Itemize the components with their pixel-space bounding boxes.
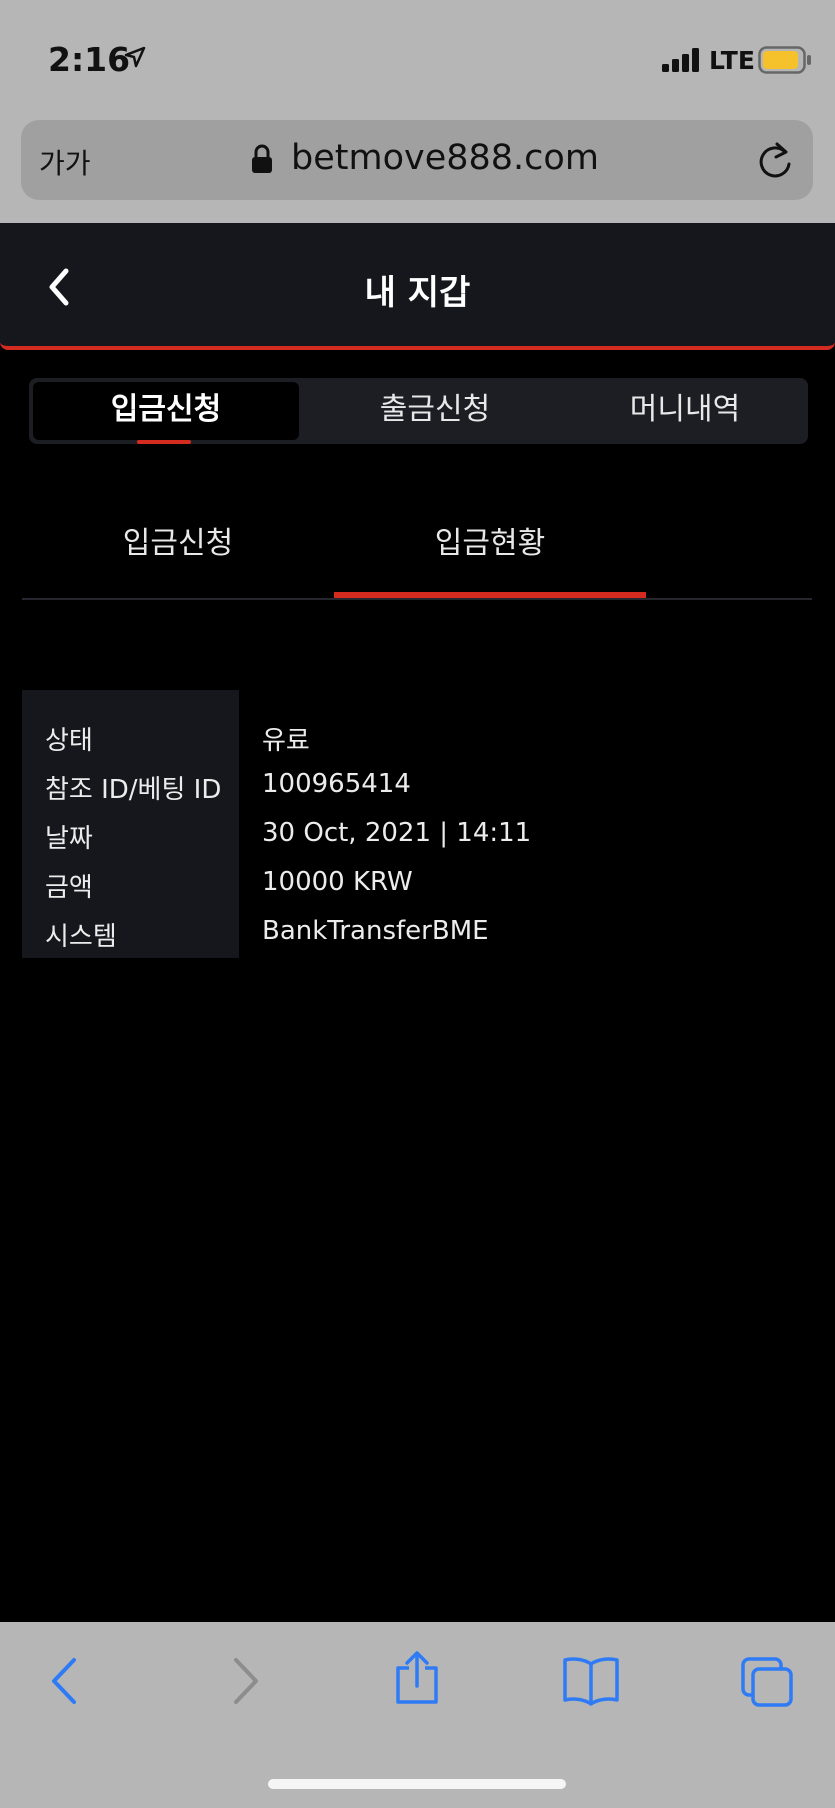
- browser-address-area: 가가 betmove888.com: [0, 118, 835, 223]
- bookmarks-icon[interactable]: [562, 1656, 620, 1706]
- tab-label: 머니내역: [629, 392, 741, 427]
- browser-toolbar: [0, 1622, 835, 1808]
- tab-money-history[interactable]: 머니내역: [569, 382, 801, 440]
- forward-icon[interactable]: [228, 1656, 262, 1706]
- address-bar[interactable]: 가가 betmove888.com: [21, 120, 813, 200]
- page-title: 내 지갑: [364, 273, 471, 313]
- text-size-button[interactable]: 가가: [39, 142, 91, 182]
- tabs-icon[interactable]: [740, 1656, 794, 1708]
- status-time: 2:16: [48, 40, 131, 79]
- reload-icon[interactable]: [755, 140, 795, 182]
- back-icon[interactable]: [48, 1656, 82, 1706]
- subtab-deposit-request[interactable]: 입금신청: [22, 518, 334, 562]
- subtab-deposit-status[interactable]: 입금현황: [334, 518, 646, 562]
- url-text[interactable]: betmove888.com: [291, 138, 599, 178]
- app-header: 내 지갑: [0, 223, 835, 350]
- deposit-subtabs: 입금신청 입금현황: [22, 490, 812, 600]
- tab-label: 출금신청: [379, 392, 491, 427]
- date-label: 날짜: [45, 824, 93, 854]
- home-indicator: [268, 1779, 566, 1789]
- tab-label: 입금신청: [110, 392, 222, 427]
- amount-label: 금액: [45, 873, 93, 903]
- deposit-details: 상태 유료 참조 ID/베팅 ID 100965414 날짜 30 Oct, 2…: [22, 690, 812, 958]
- cellular-signal-icon: [662, 48, 699, 72]
- active-tab-indicator: [137, 440, 191, 444]
- amount-value: 10000 KRW: [262, 867, 413, 897]
- reference-id-label: 참조 ID/베팅 ID: [45, 775, 222, 805]
- active-subtab-indicator: [334, 592, 646, 598]
- battery-icon: [758, 46, 811, 74]
- subtab-divider: [22, 598, 812, 600]
- date-value: 30 Oct, 2021 | 14:11: [262, 818, 532, 848]
- location-arrow-icon: [124, 46, 146, 68]
- system-label: 시스템: [45, 922, 117, 952]
- share-icon[interactable]: [392, 1650, 442, 1706]
- status-value: 유료: [262, 726, 310, 756]
- network-type: LTE: [709, 46, 755, 75]
- wallet-tabs: 입금신청 출금신청 머니내역: [29, 378, 808, 444]
- lock-icon: [252, 144, 272, 173]
- tab-withdrawal-request[interactable]: 출금신청: [319, 382, 551, 440]
- system-value: BankTransferBME: [262, 916, 489, 946]
- tab-deposit-request[interactable]: 입금신청: [33, 382, 299, 444]
- reference-id-value: 100965414: [262, 769, 411, 799]
- status-label: 상태: [45, 726, 93, 756]
- status-bar: 2:16 LTE: [0, 0, 835, 118]
